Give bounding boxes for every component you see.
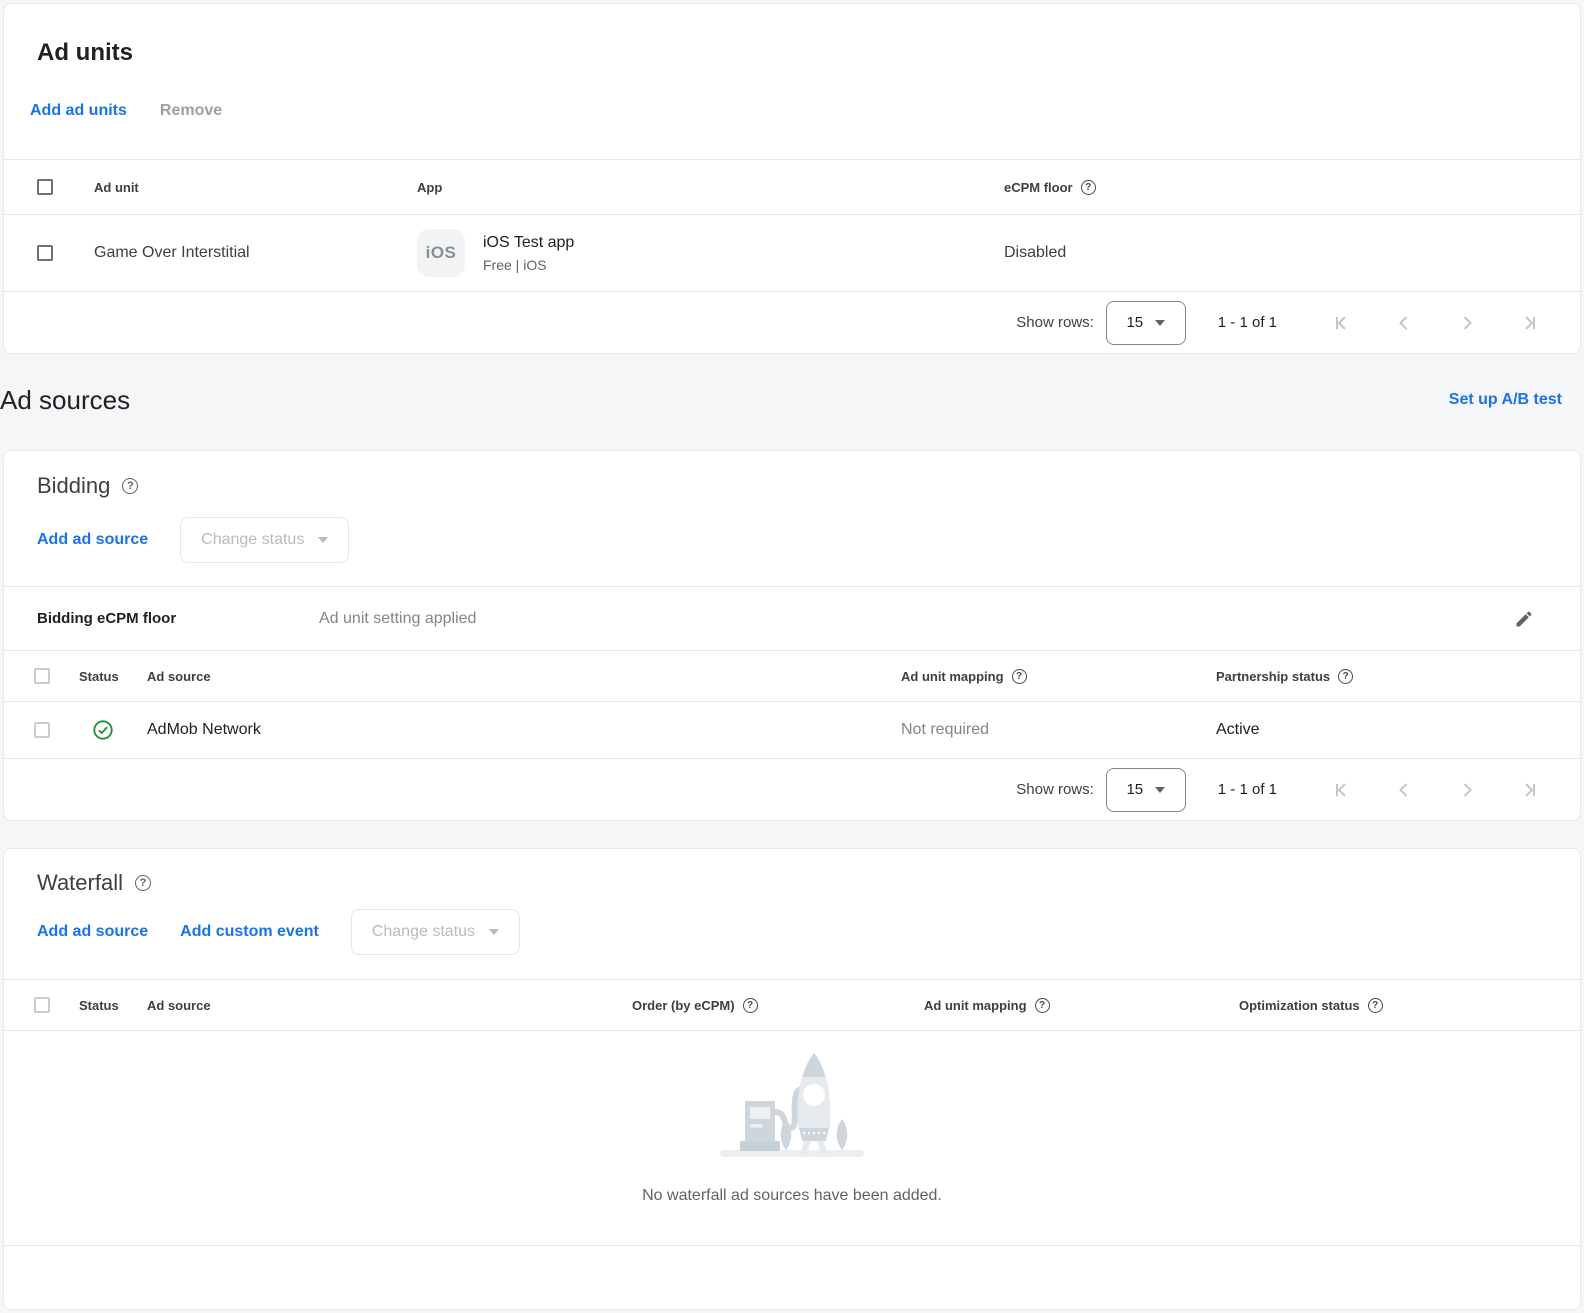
column-order-by-ecpm: Order (by eCPM) bbox=[632, 998, 735, 1013]
waterfall-add-ad-source-button[interactable]: Add ad source bbox=[37, 923, 148, 941]
column-ad-source: Ad source bbox=[147, 669, 901, 684]
bidding-change-status-button[interactable]: Change status bbox=[180, 517, 349, 563]
setup-ab-test-link[interactable]: Set up A/B test bbox=[1449, 391, 1562, 409]
waterfall-help-icon[interactable]: ? bbox=[135, 875, 151, 891]
bidding-mapping-value: Not required bbox=[901, 721, 1216, 739]
column-ad-unit-mapping: Ad unit mapping bbox=[924, 998, 1027, 1013]
ad-unit-row[interactable]: Game Over Interstitial iOS iOS Test app … bbox=[4, 214, 1580, 291]
next-page-icon[interactable] bbox=[1455, 311, 1479, 335]
ecpm-floor-value: Disabled bbox=[1004, 244, 1580, 262]
ios-app-icon: iOS bbox=[417, 229, 465, 277]
show-rows-label: Show rows: bbox=[1016, 314, 1094, 331]
app-meta: Free | iOS bbox=[483, 256, 574, 275]
first-page-icon[interactable] bbox=[1329, 311, 1353, 335]
column-status: Status bbox=[79, 998, 147, 1013]
waterfall-empty-text: No waterfall ad sources have been added. bbox=[642, 1187, 942, 1205]
first-page-icon[interactable] bbox=[1329, 778, 1353, 802]
add-custom-event-button[interactable]: Add custom event bbox=[180, 923, 319, 941]
rocket-fuel-pump-illustration bbox=[718, 1049, 866, 1161]
remove-button[interactable]: Remove bbox=[160, 101, 222, 121]
bidding-card: Bidding ? Add ad source Change status Bi… bbox=[3, 450, 1581, 821]
order-by-ecpm-help-icon[interactable]: ? bbox=[743, 998, 758, 1013]
ad-unit-mapping-help-icon[interactable]: ? bbox=[1035, 998, 1050, 1013]
waterfall-toolbar: Add ad source Add custom event Change st… bbox=[37, 909, 1580, 955]
prev-page-icon[interactable] bbox=[1392, 778, 1416, 802]
column-app: App bbox=[417, 180, 1004, 195]
bidding-title: Bidding bbox=[37, 472, 110, 500]
bidding-toolbar: Add ad source Change status bbox=[37, 517, 1580, 563]
waterfall-change-status-button[interactable]: Change status bbox=[351, 909, 520, 955]
change-status-caret-icon bbox=[489, 929, 499, 935]
bidding-ecpm-floor-value: Ad unit setting applied bbox=[319, 610, 476, 628]
bidding-help-icon[interactable]: ? bbox=[122, 478, 138, 494]
bidding-pagination: Show rows: 15 1 - 1 of 1 bbox=[4, 758, 1580, 820]
bidding-row[interactable]: AdMob Network Not required Active bbox=[4, 701, 1580, 758]
optimization-status-help-icon[interactable]: ? bbox=[1368, 998, 1383, 1013]
ad-units-pagination: Show rows: 15 1 - 1 of 1 bbox=[4, 291, 1580, 353]
rows-per-page-select[interactable]: 15 bbox=[1106, 301, 1186, 345]
waterfall-empty-state: No waterfall ad sources have been added. bbox=[4, 1030, 1580, 1245]
column-ad-unit: Ad unit bbox=[94, 180, 417, 195]
bidding-table-header: Status Ad source Ad unit mapping ? Partn… bbox=[4, 650, 1580, 701]
ad-units-table-header: Ad unit App eCPM floor ? bbox=[4, 159, 1580, 214]
bidding-ecpm-floor-label: Bidding eCPM floor bbox=[37, 610, 319, 627]
waterfall-table-header: Status Ad source Order (by eCPM) ? Ad un… bbox=[4, 979, 1580, 1030]
show-rows-label: Show rows: bbox=[1016, 781, 1094, 798]
waterfall-select-all-checkbox[interactable] bbox=[34, 997, 50, 1013]
ad-units-toolbar: Add ad units Remove bbox=[4, 68, 1580, 159]
ad-sources-header: Ad sources Set up A/B test bbox=[0, 384, 1562, 416]
change-status-caret-icon bbox=[318, 537, 328, 543]
prev-page-icon[interactable] bbox=[1392, 311, 1416, 335]
row-checkbox[interactable] bbox=[37, 245, 53, 261]
ad-units-title: Ad units bbox=[4, 4, 1580, 68]
rows-per-page-select[interactable]: 15 bbox=[1106, 768, 1186, 812]
ad-sources-title: Ad sources bbox=[0, 385, 130, 416]
add-ad-units-button[interactable]: Add ad units bbox=[30, 101, 127, 121]
column-status: Status bbox=[79, 669, 147, 684]
column-ad-source: Ad source bbox=[147, 998, 632, 1013]
page-range: 1 - 1 of 1 bbox=[1218, 314, 1277, 331]
ad-unit-mapping-help-icon[interactable]: ? bbox=[1012, 669, 1027, 684]
waterfall-footer bbox=[4, 1245, 1580, 1309]
ad-units-card: Ad units Add ad units Remove Ad unit App… bbox=[3, 3, 1581, 354]
column-partnership-status: Partnership status bbox=[1216, 669, 1330, 684]
bidding-ad-source-name: AdMob Network bbox=[147, 721, 901, 739]
bidding-select-all-checkbox[interactable] bbox=[34, 668, 50, 684]
bidding-row-checkbox[interactable] bbox=[34, 722, 50, 738]
ad-unit-name: Game Over Interstitial bbox=[94, 244, 417, 262]
select-caret-icon bbox=[1155, 320, 1165, 326]
last-page-icon[interactable] bbox=[1518, 778, 1542, 802]
last-page-icon[interactable] bbox=[1518, 311, 1542, 335]
status-active-icon bbox=[92, 719, 114, 741]
edit-pencil-icon[interactable] bbox=[1514, 609, 1534, 629]
next-page-icon[interactable] bbox=[1455, 778, 1479, 802]
select-all-checkbox[interactable] bbox=[37, 179, 53, 195]
partnership-status-help-icon[interactable]: ? bbox=[1338, 669, 1353, 684]
page-range: 1 - 1 of 1 bbox=[1218, 781, 1277, 798]
column-optimization-status: Optimization status bbox=[1239, 998, 1360, 1013]
app-name: iOS Test app bbox=[483, 232, 574, 253]
column-ad-unit-mapping: Ad unit mapping bbox=[901, 669, 1004, 684]
waterfall-card: Waterfall ? Add ad source Add custom eve… bbox=[3, 848, 1581, 1310]
bidding-ecpm-floor-row: Bidding eCPM floor Ad unit setting appli… bbox=[4, 586, 1580, 650]
bidding-add-ad-source-button[interactable]: Add ad source bbox=[37, 531, 148, 549]
select-caret-icon bbox=[1155, 787, 1165, 793]
ecpm-floor-help-icon[interactable]: ? bbox=[1081, 180, 1096, 195]
bidding-partnership-value: Active bbox=[1216, 721, 1580, 739]
waterfall-title: Waterfall bbox=[37, 869, 123, 897]
column-ecpm-floor: eCPM floor bbox=[1004, 180, 1073, 195]
